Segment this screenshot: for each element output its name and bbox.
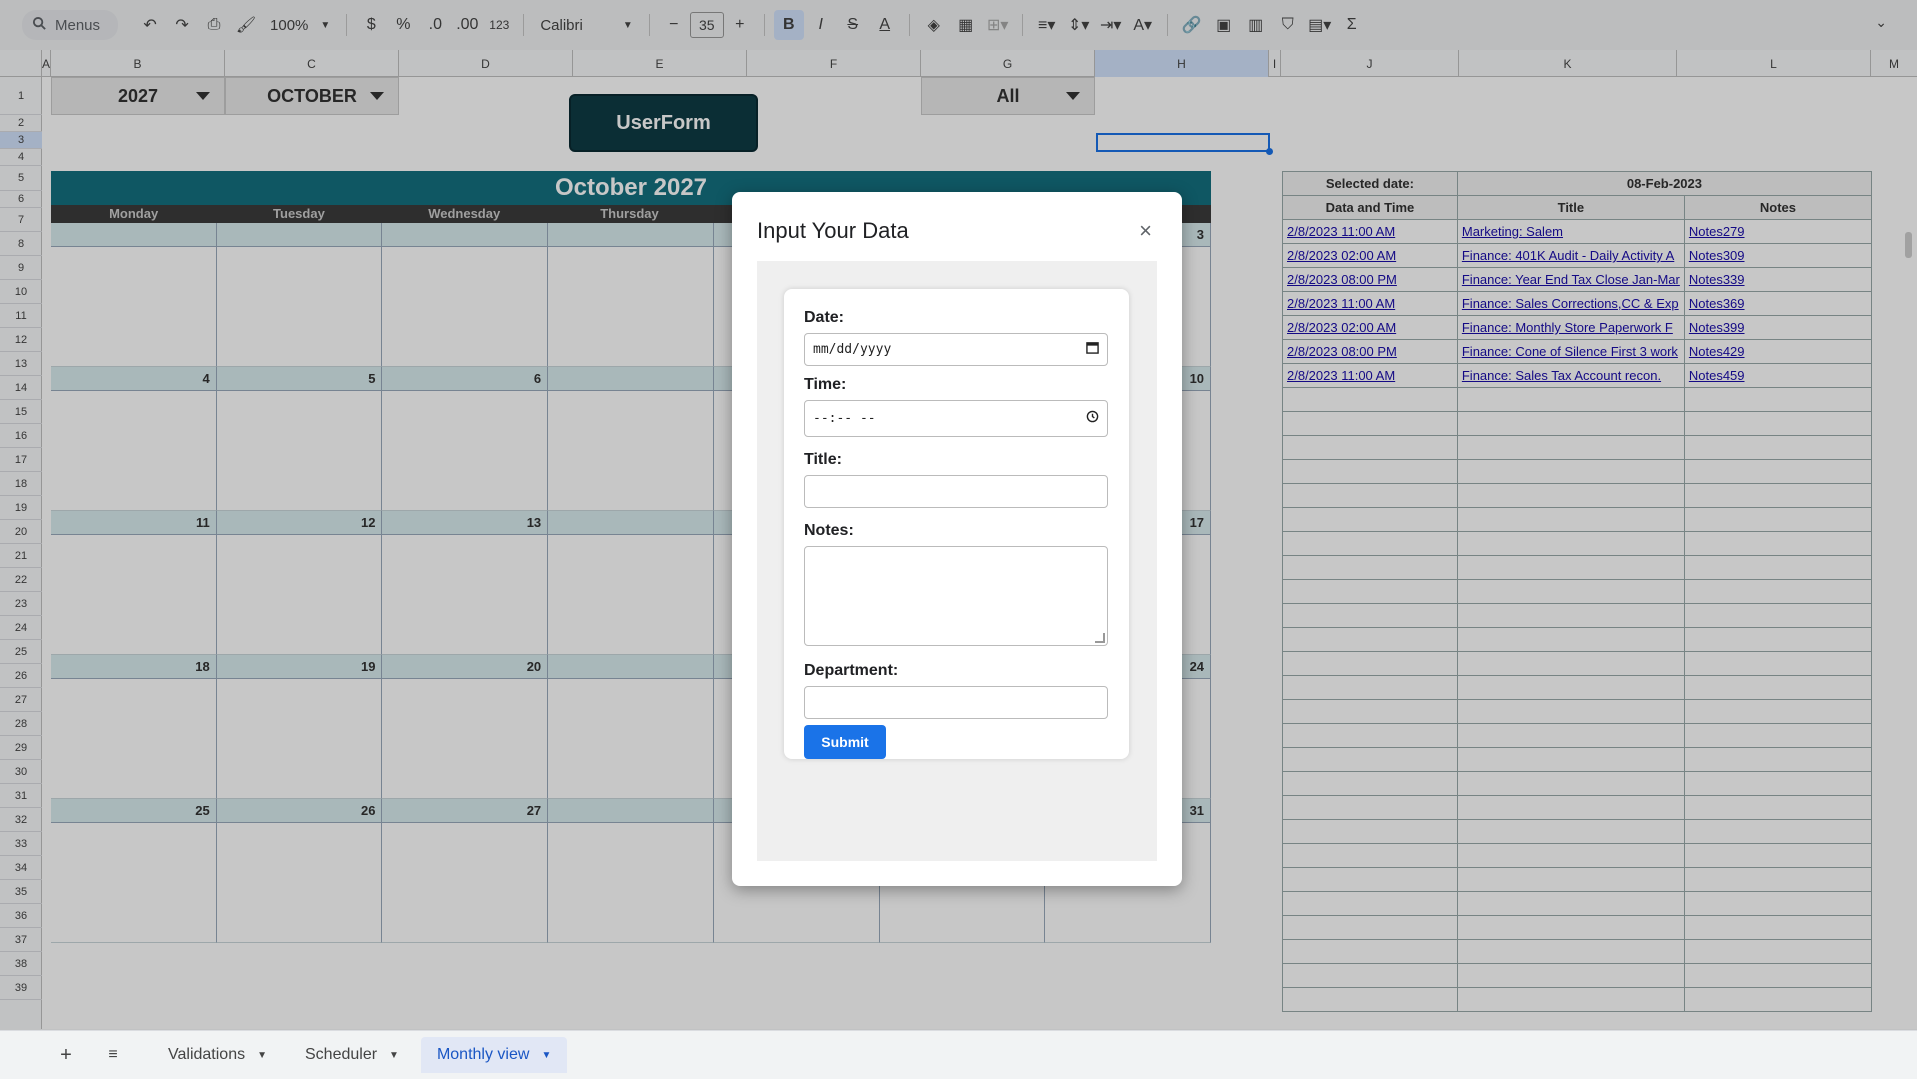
input-data-dialog: Input Your Data × Date: mm/dd/yyyy Time:… [732, 192, 1182, 886]
dialog-body: Date: mm/dd/yyyy Time: --:-- -- Title: N… [757, 261, 1157, 861]
submit-button[interactable]: Submit [804, 725, 886, 759]
chevron-down-icon: ▼ [389, 1049, 399, 1061]
notes-field[interactable] [804, 546, 1108, 646]
clock-icon[interactable] [1086, 410, 1099, 427]
title-field[interactable] [804, 475, 1108, 508]
tab-label: Validations [168, 1046, 246, 1063]
tab-label: Scheduler [305, 1046, 378, 1063]
add-sheet-button[interactable]: + [51, 1040, 81, 1070]
all-sheets-icon[interactable]: ≡ [98, 1040, 128, 1070]
time-field[interactable]: --:-- -- [804, 400, 1108, 437]
time-label: Time: [804, 376, 847, 393]
department-field[interactable] [804, 686, 1108, 719]
tab-scheduler[interactable]: Scheduler ▼ [289, 1037, 415, 1073]
tab-label: Monthly view [436, 1046, 530, 1063]
notes-label: Notes: [804, 522, 854, 539]
tab-monthly-view[interactable]: Monthly view ▼ [420, 1037, 568, 1073]
data-form: Date: mm/dd/yyyy Time: --:-- -- Title: N… [784, 289, 1129, 759]
chevron-down-icon: ▼ [257, 1049, 267, 1061]
date-label: Date: [804, 309, 845, 326]
department-label: Department: [804, 662, 899, 679]
dialog-title: Input Your Data [757, 218, 909, 243]
close-icon[interactable]: × [1139, 218, 1152, 244]
calendar-icon[interactable] [1086, 341, 1099, 358]
tab-validations[interactable]: Validations ▼ [152, 1037, 283, 1073]
sheet-tabs-bar: + ≡ Validations ▼ Scheduler ▼ Monthly view… [0, 1030, 1917, 1079]
date-field[interactable]: mm/dd/yyyy [804, 333, 1108, 366]
time-placeholder: --:-- -- [813, 411, 876, 426]
title-label: Title: [804, 451, 842, 468]
date-placeholder: mm/dd/yyyy [813, 342, 892, 357]
chevron-down-icon: ▼ [541, 1049, 552, 1061]
